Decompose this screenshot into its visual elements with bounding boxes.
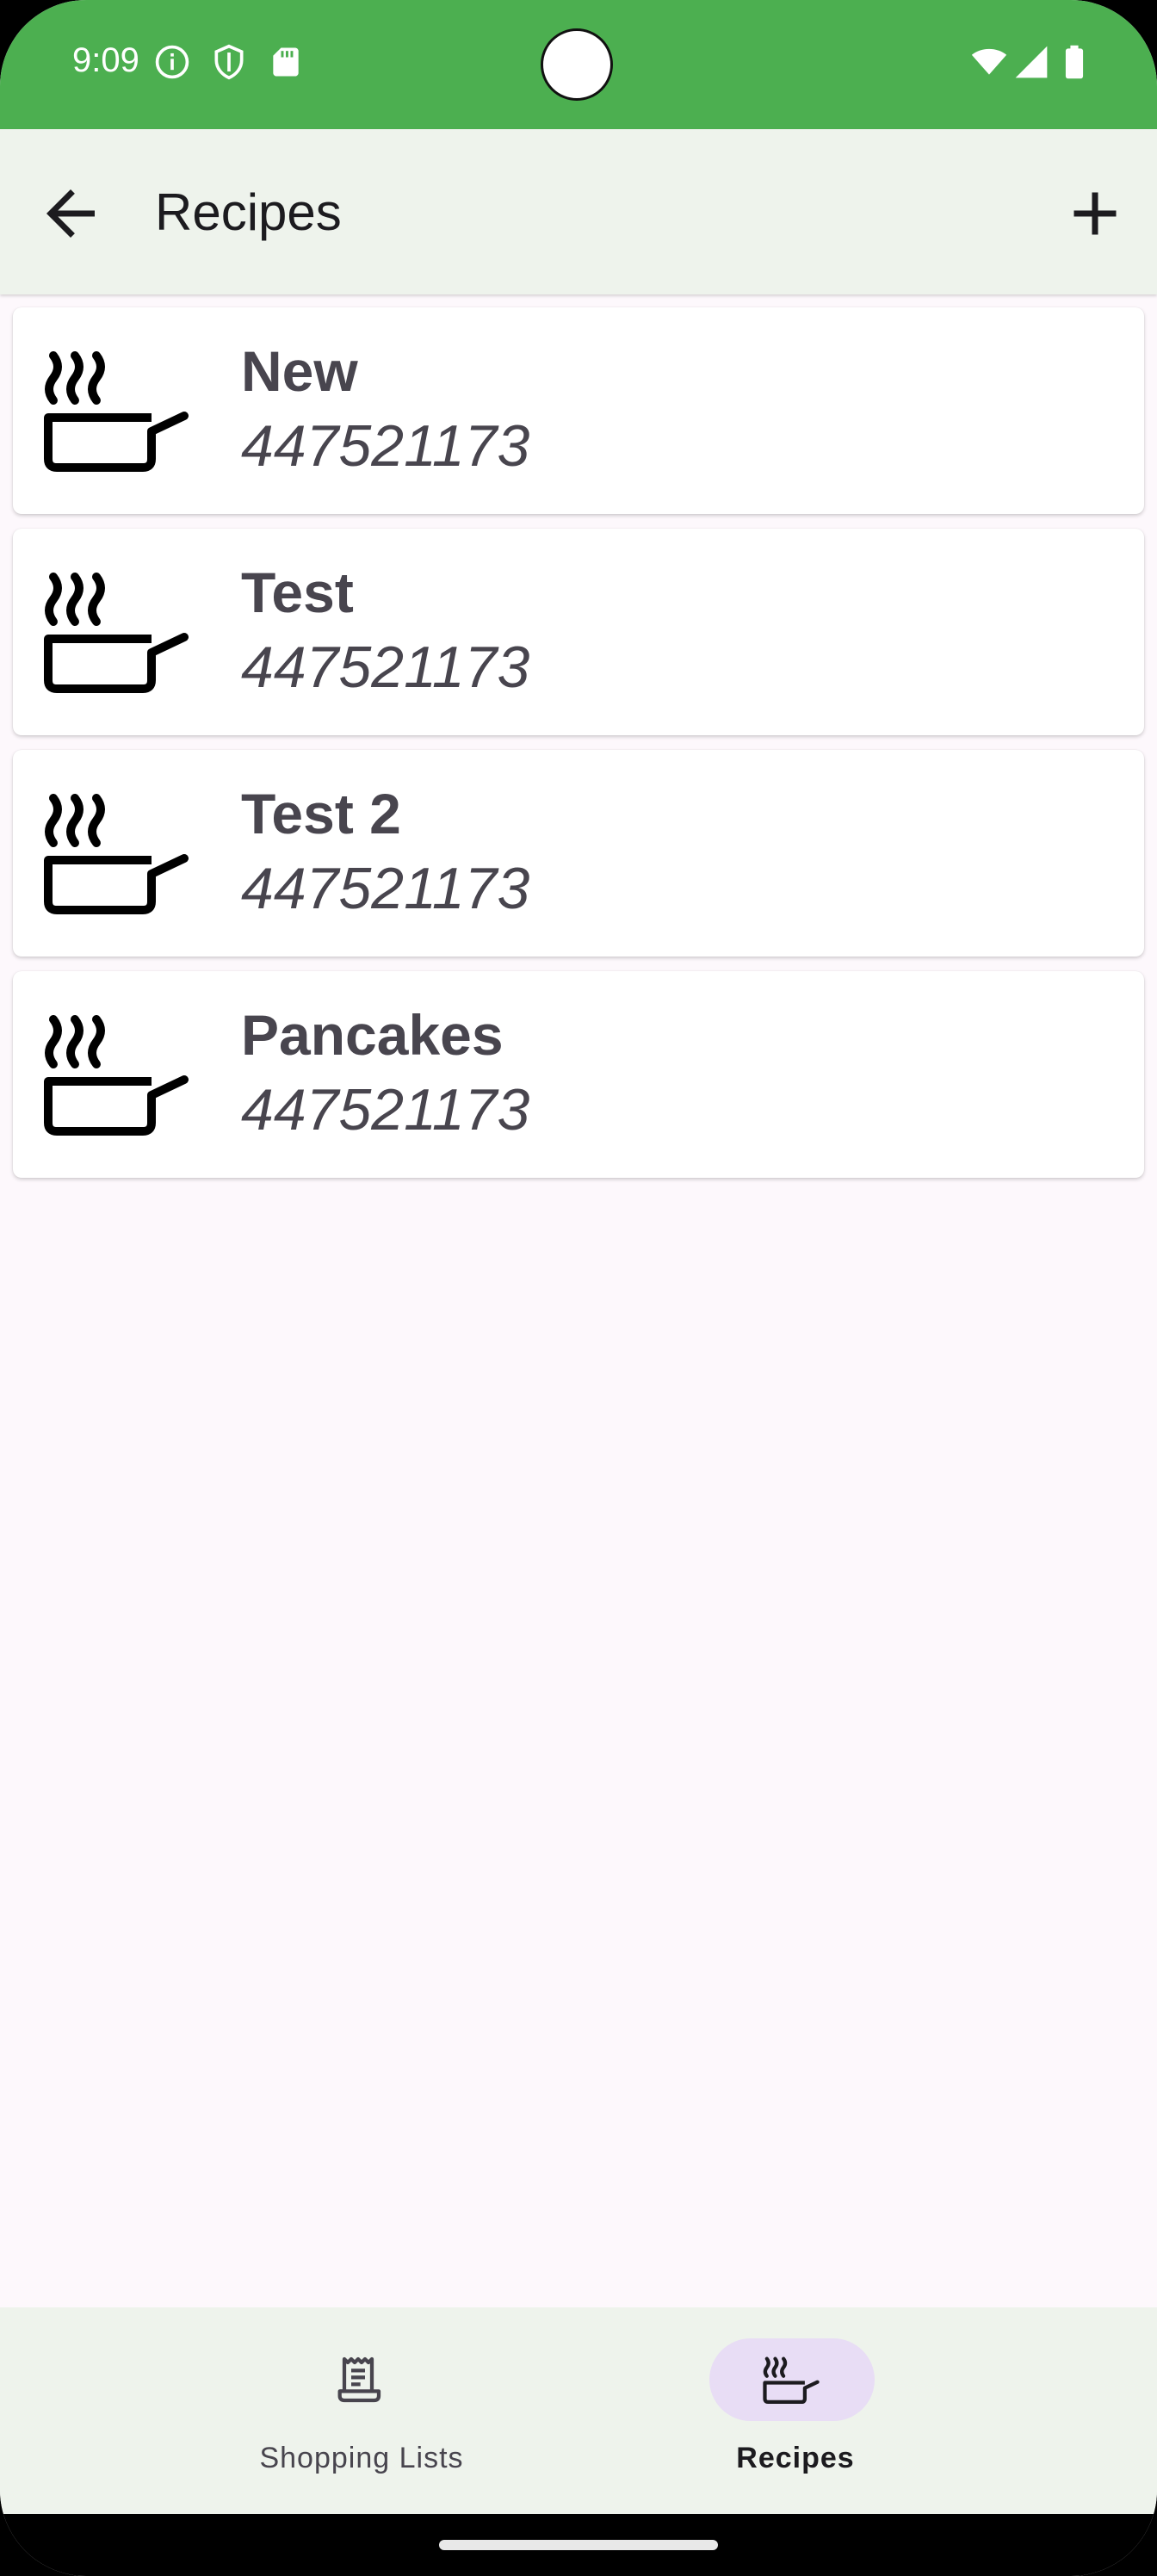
nav-item-recipes[interactable]: Recipes [623,2307,968,2514]
status-time: 9:09 [72,41,139,79]
receipt-icon [337,2356,381,2403]
top-app-bar: Recipes [0,129,1157,294]
arrow-back-icon[interactable] [34,177,107,250]
cellular-signal-icon [1015,46,1048,78]
cooking-pot-icon [763,2356,820,2405]
recipe-subtitle: 447521173 [241,1077,530,1142]
nav-item-shopping-lists[interactable]: Shopping Lists [189,2307,534,2514]
cooking-pot-icon [44,1015,189,1136]
wifi-icon [971,48,1007,75]
info-icon [155,45,189,79]
gesture-navigation-bar [0,2514,1157,2576]
recipe-subtitle: 447521173 [241,635,530,700]
recipe-title: Test [241,560,354,624]
cooking-pot-icon [44,573,189,693]
recipe-card[interactable]: Test 2 447521173 [13,750,1144,957]
battery-icon [1065,45,1084,79]
recipe-title: Pancakes [241,1003,504,1067]
recipe-card[interactable]: New 447521173 [13,307,1144,514]
recipe-card[interactable]: Test 447521173 [13,529,1144,735]
recipe-card[interactable]: Pancakes 447521173 [13,971,1144,1178]
status-bar: 9:09 [0,0,1157,129]
cooking-pot-icon [44,794,189,914]
recipe-list: New 447521173 Test 447521173 Test 2 4475… [13,307,1144,1192]
recipe-subtitle: 447521173 [241,856,530,921]
shield-icon [214,44,244,80]
gesture-handle[interactable] [439,2540,718,2550]
nav-label-recipes: Recipes [736,2442,855,2474]
recipe-title: New [241,339,358,403]
bottom-navigation: Shopping Lists Recipes [0,2307,1157,2514]
nav-indicator [275,2338,441,2421]
nav-label-shopping-lists: Shopping Lists [259,2442,464,2474]
page-title: Recipes [155,183,342,241]
nav-indicator-active [709,2338,875,2421]
add-icon[interactable] [1059,177,1131,250]
recipe-subtitle: 447521173 [241,413,530,479]
sd-card-icon [273,47,299,77]
recipe-title: Test 2 [241,782,401,845]
screen: 9:09 Recipes New 447521173 Test 44752117… [0,0,1157,2576]
front-camera [541,28,613,101]
cooking-pot-icon [44,351,189,472]
